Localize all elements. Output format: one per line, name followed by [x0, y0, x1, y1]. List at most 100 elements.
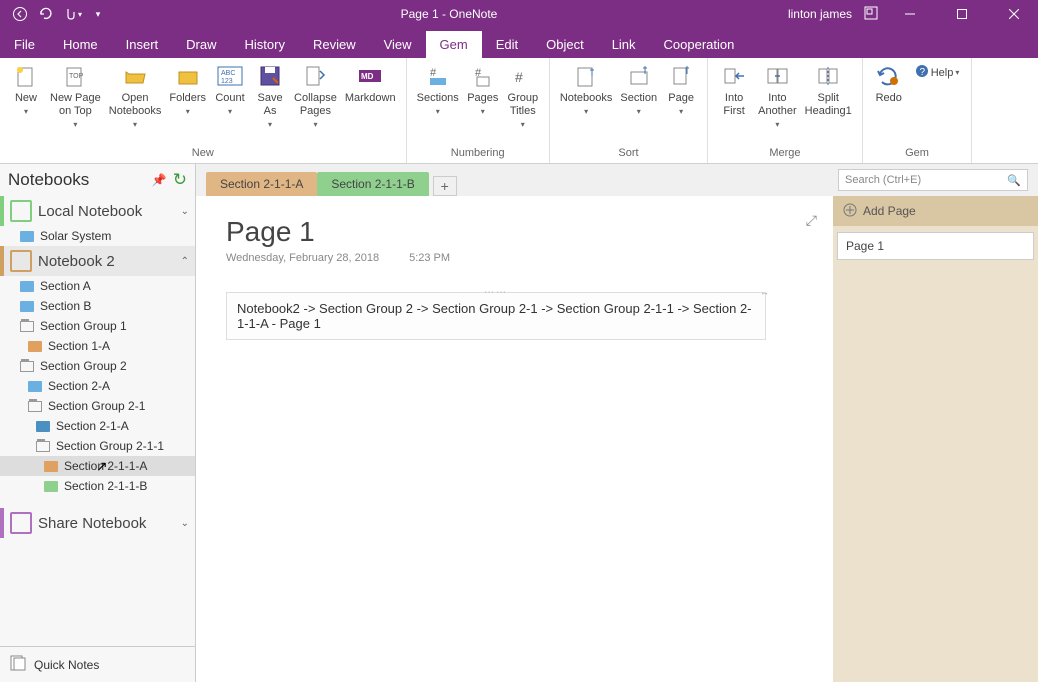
- tree-item-selected[interactable]: Section 2-1-1-A: [0, 456, 195, 476]
- into-first-icon: [720, 62, 748, 90]
- pin-icon[interactable]: 📌: [152, 173, 167, 187]
- svg-text:TOP: TOP: [69, 73, 84, 80]
- section-group-icon: [20, 321, 34, 332]
- notebooks-pane: Notebooks 📌 ↻ Local Notebook ⌄ Solar Sys…: [0, 164, 196, 682]
- svg-text:ABC: ABC: [221, 70, 235, 77]
- account-name[interactable]: linton james: [788, 7, 852, 21]
- page-list-item[interactable]: Page 1: [837, 232, 1034, 260]
- notebook-icon: [10, 250, 32, 272]
- markdown-button[interactable]: MDMarkdown: [341, 60, 400, 147]
- tree-item[interactable]: Section B: [0, 296, 195, 316]
- section-tab-icon: [20, 231, 34, 242]
- note-container[interactable]: ⋯⋯ ↔ Notebook2 -> Section Group 2 -> Sec…: [226, 292, 766, 340]
- ribbon-group-gem: Redo ? Help▾ Gem: [863, 58, 973, 163]
- tab-gem[interactable]: Gem: [426, 31, 482, 58]
- page-title[interactable]: Page 1: [226, 216, 803, 248]
- add-page-button[interactable]: Add Page: [833, 196, 1038, 226]
- ribbon-group-numbering: #Sections▾ #Pages▾ #Group Titles▾ Number…: [407, 58, 550, 163]
- back-button[interactable]: [8, 3, 32, 25]
- sections-button[interactable]: #Sections▾: [413, 60, 463, 147]
- split-heading-icon: [814, 62, 842, 90]
- block-handle-icon[interactable]: ⋯⋯: [484, 287, 508, 298]
- tab-review[interactable]: Review: [299, 31, 370, 58]
- redo-gear-icon: [875, 62, 903, 90]
- save-as-button[interactable]: Save As▾: [250, 60, 290, 147]
- page-canvas[interactable]: ⤢ Page 1 Wednesday, February 28, 2018 5:…: [196, 196, 833, 682]
- notebook-icon: [10, 512, 32, 534]
- redo-button[interactable]: Redo: [869, 60, 909, 107]
- open-notebooks-button[interactable]: Open Notebooks▾: [105, 60, 166, 147]
- pages-button[interactable]: #Pages▾: [463, 60, 503, 147]
- search-icon[interactable]: 🔍: [1007, 174, 1021, 187]
- quick-access-toolbar: ▾ ▾: [0, 3, 110, 25]
- tree-item[interactable]: Section 2-1-1-B: [0, 476, 195, 496]
- section-solar-system[interactable]: Solar System: [0, 226, 195, 246]
- tree-item[interactable]: Section Group 1: [0, 316, 195, 336]
- new-page-on-top-button[interactable]: TOPNew Page on Top▾: [46, 60, 105, 147]
- minimize-button[interactable]: [890, 0, 930, 28]
- tree-item[interactable]: Section 2-1-A: [0, 416, 195, 436]
- quick-notes-button[interactable]: Quick Notes: [0, 646, 195, 682]
- new-button[interactable]: New▾: [6, 60, 46, 147]
- notebook-2[interactable]: Notebook 2 ⌃: [0, 246, 195, 276]
- section-tab[interactable]: Section 2-1-1-B: [317, 172, 428, 196]
- undo-button[interactable]: [34, 3, 58, 25]
- collapse-pages-button[interactable]: Collapse Pages▾: [290, 60, 341, 147]
- section-tab-icon: [44, 461, 58, 472]
- help-button[interactable]: ? Help▾: [909, 60, 966, 85]
- note-text[interactable]: Notebook2 -> Section Group 2 -> Section …: [237, 301, 752, 331]
- into-first-button[interactable]: Into First: [714, 60, 754, 147]
- tab-home[interactable]: Home: [49, 31, 112, 58]
- tab-file[interactable]: File: [0, 31, 49, 58]
- notebook-share[interactable]: Share Notebook ⌄: [0, 508, 195, 538]
- fullscreen-icon[interactable]: ⤢: [806, 212, 817, 229]
- qat-customize-button[interactable]: ▾: [86, 3, 110, 25]
- into-another-button[interactable]: Into Another▾: [754, 60, 801, 147]
- tree-item[interactable]: Section 2-A: [0, 376, 195, 396]
- count-icon: ABC123: [216, 62, 244, 90]
- ribbon-group-new: New▾ TOPNew Page on Top▾ Open Notebooks▾…: [0, 58, 407, 163]
- search-input[interactable]: Search (Ctrl+E) 🔍: [838, 169, 1028, 191]
- touch-mode-button[interactable]: ▾: [60, 3, 84, 25]
- sync-icon[interactable]: ↻: [173, 170, 187, 190]
- tree-item[interactable]: Section Group 2: [0, 356, 195, 376]
- notebook-local[interactable]: Local Notebook ⌄: [0, 196, 195, 226]
- split-heading1-button[interactable]: Split Heading1: [801, 60, 856, 147]
- tab-object[interactable]: Object: [532, 31, 598, 58]
- section-tabs-bar: Section 2-1-1-A Section 2-1-1-B + Search…: [196, 164, 1038, 196]
- tree-item[interactable]: Section 1-A: [0, 336, 195, 356]
- folders-button[interactable]: Folders▾: [165, 60, 210, 147]
- tab-insert[interactable]: Insert: [112, 31, 173, 58]
- maximize-button[interactable]: [942, 0, 982, 28]
- section-tab-active[interactable]: Section 2-1-1-A: [206, 172, 317, 196]
- tab-edit[interactable]: Edit: [482, 31, 532, 58]
- svg-text:123: 123: [221, 78, 233, 85]
- sort-notebooks-button[interactable]: Notebooks▾: [556, 60, 617, 147]
- count-button[interactable]: ABC123Count▾: [210, 60, 250, 147]
- block-resize-icon[interactable]: ↔: [760, 287, 769, 297]
- add-section-button[interactable]: +: [433, 176, 457, 196]
- collapse-icon: [301, 62, 329, 90]
- tree-item[interactable]: Section Group 2-1: [0, 396, 195, 416]
- tab-view[interactable]: View: [370, 31, 426, 58]
- tree-item[interactable]: Section A: [0, 276, 195, 296]
- close-button[interactable]: [994, 0, 1034, 28]
- group-titles-button[interactable]: #Group Titles▾: [503, 60, 543, 147]
- page-top-icon: TOP: [61, 62, 89, 90]
- tab-draw[interactable]: Draw: [172, 31, 230, 58]
- chevron-down-icon: ⌄: [181, 518, 189, 529]
- tab-history[interactable]: History: [231, 31, 299, 58]
- section-tab-icon: [20, 301, 34, 312]
- tab-cooperation[interactable]: Cooperation: [650, 31, 749, 58]
- folder-open-icon: [121, 62, 149, 90]
- ribbon-group-merge: Into First Into Another▾ Split Heading1 …: [708, 58, 863, 163]
- tab-link[interactable]: Link: [598, 31, 650, 58]
- section-tab-icon: [44, 481, 58, 492]
- notebooks-title: Notebooks: [8, 170, 89, 190]
- sort-page-button[interactable]: Page▾: [661, 60, 701, 147]
- page-sort-icon: [667, 62, 695, 90]
- account-icon[interactable]: [864, 6, 878, 23]
- sort-section-button[interactable]: Section▾: [616, 60, 661, 147]
- tree-item[interactable]: Section Group 2-1-1: [0, 436, 195, 456]
- chevron-up-icon: ⌃: [181, 256, 189, 267]
